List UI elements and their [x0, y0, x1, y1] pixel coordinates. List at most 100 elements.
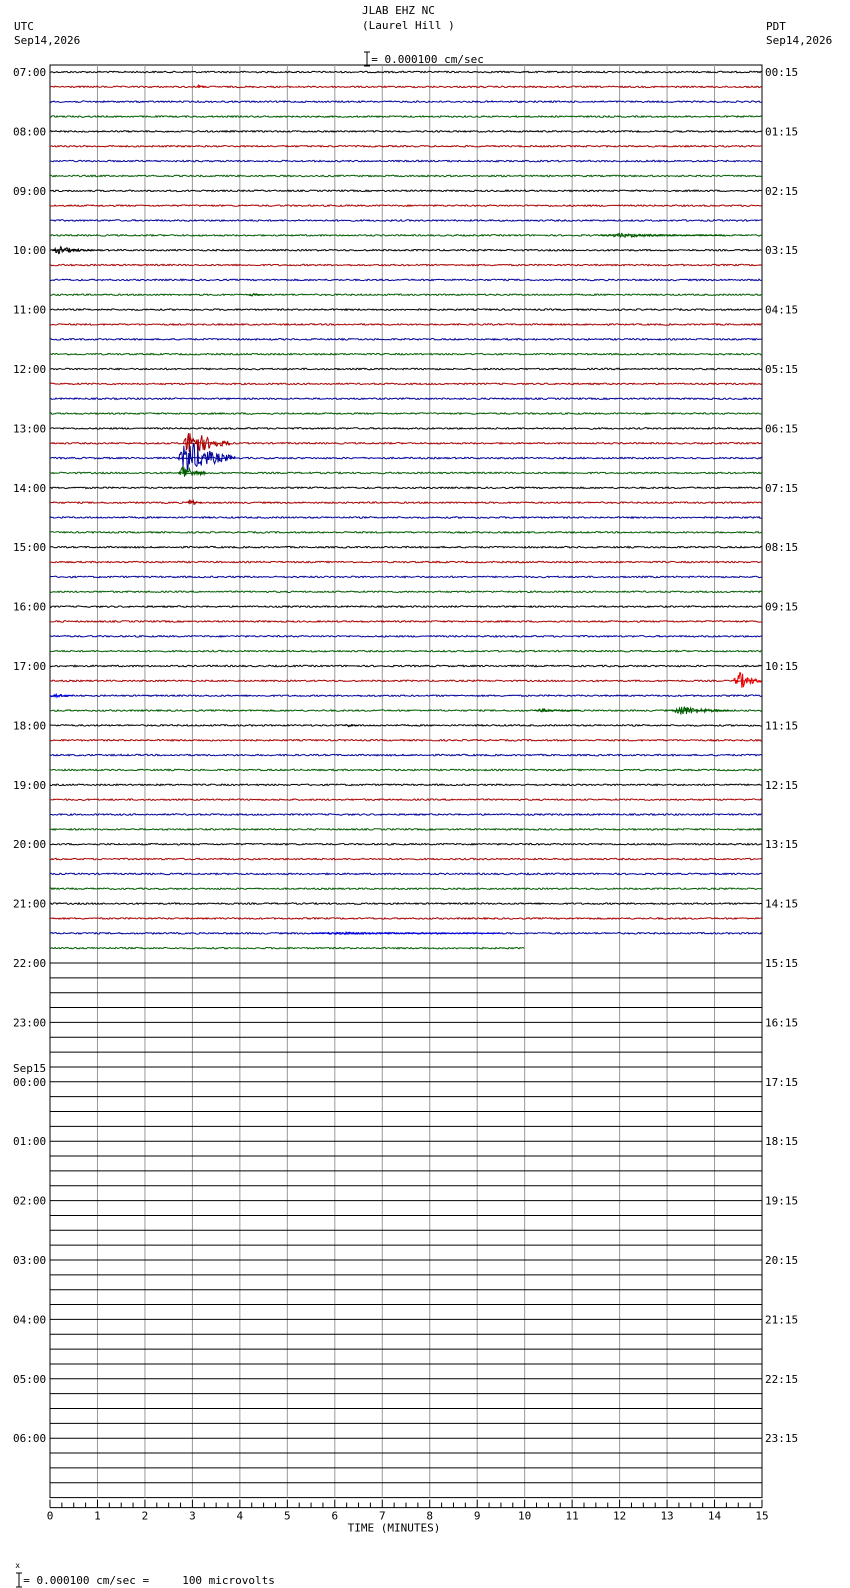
seismic-trace	[50, 471, 763, 475]
x-tick-label: 0	[47, 1510, 54, 1523]
x-tick-label: 3	[189, 1510, 196, 1523]
seismic-trace	[49, 916, 763, 921]
utc-hour-label: 16:00	[13, 601, 46, 614]
pdt-hour-label: 07:15	[765, 482, 798, 495]
seismic-trace	[50, 827, 763, 831]
pdt-hour-label: 06:15	[765, 422, 798, 435]
seismic-trace	[49, 530, 763, 534]
footer-scale-value: = 0.000100 cm/sec = 100 microvolts	[23, 1574, 275, 1587]
utc-hour-label: 12:00	[13, 363, 46, 376]
pdt-hour-label: 10:15	[765, 660, 798, 673]
utc-hour-label: 08:00	[13, 125, 46, 138]
seismic-trace	[49, 798, 763, 802]
utc-hour-label: 02:00	[13, 1195, 46, 1208]
seismic-trace	[49, 694, 763, 698]
pdt-hour-label: 20:15	[765, 1254, 798, 1267]
seismic-trace	[49, 901, 763, 906]
seismic-trace	[49, 545, 763, 549]
utc-hour-label: 07:00	[13, 66, 46, 79]
pdt-hour-label: 22:15	[765, 1373, 798, 1386]
seismic-trace	[49, 783, 763, 787]
pdt-hour-label: 05:15	[765, 363, 798, 376]
x-tick-label: 6	[331, 1510, 338, 1523]
seismic-trace	[49, 590, 763, 594]
pdt-hour-label: 11:15	[765, 719, 798, 732]
utc-hour-label: 14:00	[13, 482, 46, 495]
seismic-trace	[49, 486, 763, 490]
x-axis-label: TIME (MINUTES)	[348, 1522, 441, 1535]
seismic-trace	[49, 679, 763, 683]
utc-hour-label: 17:00	[13, 660, 46, 673]
utc-hour-label: 00:00	[13, 1076, 46, 1089]
utc-hour-label: 04:00	[13, 1313, 46, 1326]
seismogram-plot: 07:00 08:00 09:00 10:00 11:00 12:00 13:00 14:00…	[13, 64, 798, 1535]
seismic-event	[671, 705, 729, 715]
utc-hour-label: 05:00	[13, 1373, 46, 1386]
seismic-trace	[49, 114, 763, 119]
seismic-trace	[49, 144, 763, 148]
seismic-trace	[49, 857, 763, 861]
seismic-trace	[49, 738, 763, 742]
seismic-event	[344, 724, 359, 728]
seismic-trace	[49, 515, 763, 520]
utc-hour-label: 11:00	[13, 304, 46, 317]
pdt-hour-label: 13:15	[765, 838, 798, 851]
seismic-trace	[49, 887, 762, 891]
seismic-trace	[49, 634, 763, 638]
footer-scale: x = 0.000100 cm/sec = 100 microvolts	[15, 1561, 275, 1588]
utc-date-change-label: Sep15	[13, 1062, 46, 1075]
seismic-trace	[50, 500, 763, 505]
seismic-trace	[49, 189, 763, 193]
seismic-trace	[49, 619, 763, 624]
seismic-trace	[49, 322, 763, 327]
x-tick-label: 13	[660, 1510, 673, 1523]
seismic-trace	[49, 100, 763, 104]
seismic-trace	[50, 812, 763, 817]
seismic-trace	[49, 85, 763, 89]
seismic-trace	[49, 293, 763, 297]
seismic-trace	[49, 129, 763, 134]
utc-hour-label: 13:00	[13, 422, 46, 435]
seismic-trace	[49, 203, 763, 208]
pdt-hour-label: 04:15	[765, 304, 798, 317]
seismic-trace	[49, 352, 763, 356]
pdt-hour-label: 09:15	[765, 601, 798, 614]
utc-hour-label: 22:00	[13, 957, 46, 970]
x-tick-label: 10	[518, 1510, 531, 1523]
seismic-trace	[49, 248, 763, 252]
pdt-hour-label: 15:15	[765, 957, 798, 970]
seismic-trace	[49, 604, 763, 609]
x-tick-label: 15	[755, 1510, 768, 1523]
x-tick-label: 5	[284, 1510, 291, 1523]
seismic-trace	[49, 337, 763, 342]
utc-hour-label: 19:00	[13, 779, 46, 792]
utc-hour-label: 21:00	[13, 898, 46, 911]
x-tick-label: 4	[237, 1510, 244, 1523]
seismic-trace	[49, 723, 763, 728]
pdt-hour-label: 16:15	[765, 1016, 798, 1029]
seismic-trace	[50, 263, 763, 267]
seismic-trace	[49, 426, 763, 431]
x-tick-label: 11	[566, 1510, 579, 1523]
seismic-trace	[49, 664, 763, 668]
seismic-trace	[49, 456, 762, 460]
seismic-trace	[50, 768, 763, 772]
seismic-event	[733, 672, 762, 688]
seismic-trace	[49, 174, 763, 178]
utc-hour-label: 06:00	[13, 1432, 46, 1445]
seismic-trace	[49, 842, 763, 846]
utc-hour-label: 01:00	[13, 1135, 46, 1148]
pdt-hour-label: 01:15	[765, 125, 798, 138]
x-tick-label: 14	[708, 1510, 722, 1523]
utc-hour-label: 09:00	[13, 185, 46, 198]
seismic-trace	[49, 70, 763, 74]
seismic-trace	[50, 367, 763, 371]
seismic-trace	[49, 575, 763, 579]
seismic-trace	[49, 278, 763, 282]
pdt-hour-label: 17:15	[765, 1076, 798, 1089]
utc-hour-label: 18:00	[13, 719, 46, 732]
seismic-trace	[49, 560, 763, 564]
seismic-trace	[49, 649, 763, 653]
seismic-trace	[50, 159, 762, 163]
utc-hour-label: 03:00	[13, 1254, 46, 1267]
